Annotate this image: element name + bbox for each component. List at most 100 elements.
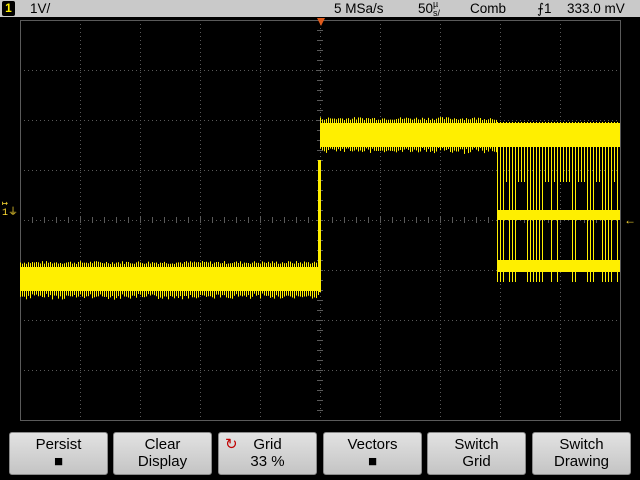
trace-noise: [336, 119, 337, 152]
channel-badge[interactable]: 1: [2, 1, 15, 16]
trace-noise: [230, 263, 231, 299]
trace-noise: [56, 262, 57, 296]
trace-noise: [190, 261, 191, 296]
persist-button[interactable]: Persist ■: [9, 432, 108, 475]
trace-noise: [166, 263, 167, 297]
persist-label: Persist: [35, 436, 82, 453]
trace-noise: [326, 118, 327, 153]
trace-noise: [246, 262, 247, 297]
switch-drawing-label-1: Switch: [559, 436, 604, 453]
trace-noise: [54, 262, 55, 296]
switch-grid-label-2: Grid: [462, 453, 491, 470]
channel-ground-marker[interactable]: ↦ 1⏚: [2, 200, 18, 219]
trace-noise: [232, 263, 233, 299]
trace-noise: [456, 118, 457, 152]
trace-burst-pulse: [617, 122, 618, 282]
trace-burst-pulse: [545, 122, 546, 182]
trigger-level[interactable]: 333.0 mV: [567, 0, 625, 17]
trace-noise: [120, 263, 121, 299]
trace-noise: [152, 262, 153, 295]
trigger-source-number: 1: [544, 1, 552, 16]
trace-noise: [470, 119, 471, 153]
trace-noise: [294, 263, 295, 299]
trace-noise: [452, 119, 453, 153]
trace-noise: [284, 263, 285, 297]
grid-intensity-button[interactable]: ↻ Grid 33 %: [218, 432, 317, 475]
trigger-source[interactable]: ⨍1: [537, 0, 552, 17]
trace-noise: [116, 262, 117, 299]
trigger-level-marker[interactable]: ←: [624, 213, 636, 227]
trace-noise: [376, 119, 377, 151]
trace-noise: [282, 262, 283, 299]
trace-burst-pulse: [542, 122, 543, 282]
trace-noise: [156, 262, 157, 297]
clear-display-label-2: Display: [137, 453, 188, 470]
trace-burst-pulse: [581, 122, 582, 182]
trace-noise: [176, 262, 177, 297]
trace-noise: [426, 119, 427, 152]
trace-noise: [164, 261, 165, 297]
trace-noise: [118, 262, 119, 297]
trace-noise: [236, 261, 237, 295]
trace-noise: [194, 261, 195, 298]
trace-noise: [200, 262, 201, 295]
trace-burst-pulse: [572, 122, 573, 282]
trace-burst-pulse: [611, 122, 612, 282]
trace-burst-pulse: [530, 122, 531, 282]
softkey-bar: Persist ■ Clear Display ↻ Grid 33 % Vect…: [0, 424, 640, 480]
trace-noise: [196, 262, 197, 299]
trace-burst-pulse: [533, 122, 534, 282]
trace-burst-pulse: [512, 122, 513, 282]
trace-noise: [48, 262, 49, 297]
clear-display-button[interactable]: Clear Display: [113, 432, 212, 475]
trace-noise: [210, 261, 211, 297]
trace-noise: [304, 261, 305, 297]
trace-noise: [324, 119, 325, 152]
trace-noise: [330, 118, 331, 149]
trace-noise: [406, 117, 407, 149]
trace-noise: [252, 262, 253, 297]
trigger-edge-icon: ⨍: [537, 1, 545, 16]
vectors-button[interactable]: Vectors ■: [323, 432, 422, 475]
trace-noise: [410, 118, 411, 153]
trace-noise: [44, 263, 45, 298]
trace-noise: [146, 263, 147, 297]
trace-noise: [114, 263, 115, 300]
trace-noise: [206, 261, 207, 297]
trace-noise: [112, 262, 113, 297]
trace-noise: [128, 262, 129, 298]
trace-noise: [254, 261, 255, 294]
trace-noise: [170, 263, 171, 297]
switch-grid-button[interactable]: Switch Grid: [427, 432, 526, 475]
trace-burst-pulse: [554, 122, 555, 182]
clear-display-label-1: Clear: [144, 436, 181, 453]
trace-noise: [494, 119, 495, 152]
channel-1-trace: [20, 117, 620, 300]
timebase[interactable]: 50 µ s/: [418, 0, 440, 18]
trace-burst-pulse: [515, 122, 516, 282]
trace-burst-pulse: [608, 122, 609, 282]
trace-noise: [434, 119, 435, 154]
trigger-mode[interactable]: Comb: [470, 0, 506, 17]
trace-noise: [28, 262, 29, 296]
trace-noise: [362, 118, 363, 152]
trace-burst-pulse: [551, 122, 552, 282]
trace-noise: [96, 261, 97, 297]
trace-burst-mid: [497, 210, 620, 220]
trace-noise: [78, 261, 79, 297]
trace-noise: [392, 119, 393, 151]
trace-noise: [130, 263, 131, 299]
timebase-value: 50: [418, 1, 434, 16]
channel-scale[interactable]: 1V/: [30, 0, 50, 17]
trace-burst-pulse: [599, 122, 600, 182]
switch-drawing-button[interactable]: Switch Drawing: [532, 432, 631, 475]
trace-burst-pulse: [596, 122, 597, 182]
waveform-display[interactable]: [20, 20, 621, 421]
trace-noise: [242, 263, 243, 297]
trace-noise: [382, 118, 383, 151]
trace-burst-pulse: [569, 122, 570, 182]
trace-noise: [418, 119, 419, 153]
trace-noise: [126, 261, 127, 297]
trace-noise: [58, 263, 59, 299]
trace-burst-pulse: [548, 122, 549, 182]
